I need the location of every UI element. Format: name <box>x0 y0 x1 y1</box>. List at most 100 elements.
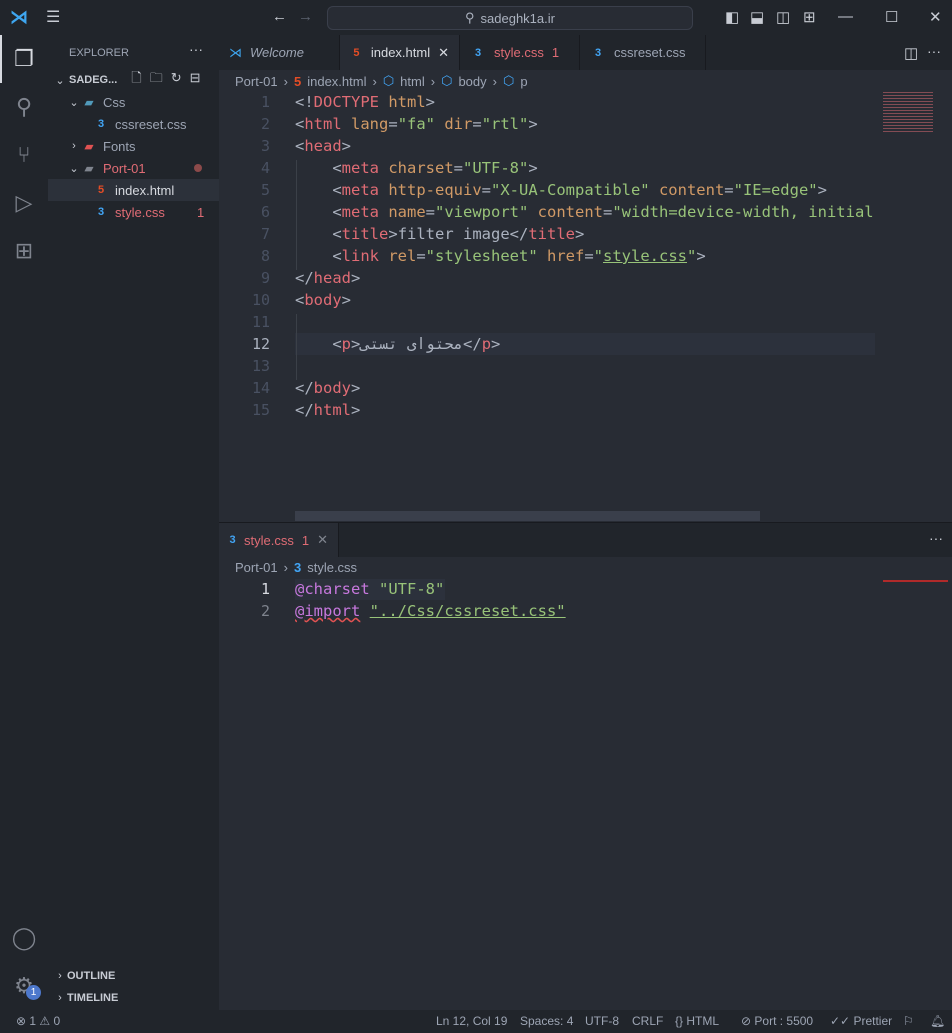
activity-bar: ❐ ⚲ ⑂ ▷ ⊞ ◯ ⚙ 1 <box>0 35 48 1010</box>
css-file-icon: 3 <box>229 534 236 546</box>
feedback-icon[interactable]: ⚐ <box>903 1014 914 1028</box>
code-line[interactable]: <p>محتوای تستی</p> <box>295 333 500 355</box>
extensions-icon[interactable]: ⊞ <box>0 227 48 275</box>
code-line[interactable]: @charset "UTF-8" <box>295 578 444 600</box>
code-token: "rtl" <box>481 115 529 133</box>
line-number: 5 <box>260 181 270 199</box>
tab-style-css[interactable]: 3 style.css 1 <box>460 35 580 70</box>
css-file-icon: 3 <box>97 118 105 130</box>
account-icon[interactable]: ◯ <box>0 914 48 962</box>
code-line[interactable]: <body> <box>295 289 351 311</box>
prettier-status[interactable]: ✓✓ Prettier <box>830 1014 892 1028</box>
line-endings[interactable]: CRLF <box>632 1014 663 1028</box>
code-line[interactable]: </html> <box>295 399 360 421</box>
timeline-section[interactable]: › TIMELINE <box>48 987 219 1009</box>
minimap[interactable] <box>883 92 933 132</box>
search-icon[interactable]: ⚲ <box>0 83 48 131</box>
tree-item[interactable]: ⌄ ▰ Port-01 <box>48 157 219 179</box>
close-tab-icon[interactable]: ✕ <box>438 45 449 61</box>
workspace-root[interactable]: ⌄ SADEG... 🗋🗀↻⊟ <box>48 69 219 91</box>
code-line[interactable]: <meta name="viewport" content="width=dev… <box>295 201 874 223</box>
code-token: = <box>472 115 482 133</box>
code-token: "width=device-width, initial <box>612 203 874 221</box>
source-control-icon[interactable]: ⑂ <box>0 131 48 179</box>
notifications-bell-icon[interactable]: 🔔︎ <box>930 1014 945 1028</box>
split-editor-icon[interactable]: ◫ <box>904 44 918 62</box>
indentation[interactable]: Spaces: 4 <box>520 1014 573 1028</box>
code-token: "viewport" <box>435 203 529 221</box>
toggle-sidebar-icon[interactable]: ◧ <box>725 8 739 26</box>
breadcrumb-item[interactable]: body <box>458 74 486 89</box>
tree-item[interactable]: › ▰ Fonts <box>48 135 219 157</box>
forward-arrow-icon[interactable]: → <box>298 8 313 25</box>
code-token: "UTF-8" <box>463 159 529 177</box>
code-token: meta <box>341 203 379 221</box>
tree-item[interactable]: ⌄ ▰ Css <box>48 91 219 113</box>
outline-section[interactable]: › OUTLINE <box>48 965 219 987</box>
code-token: < <box>295 181 342 199</box>
minimap[interactable] <box>883 580 948 582</box>
horizontal-scrollbar[interactable] <box>295 511 760 521</box>
cursor-position[interactable]: Ln 12, Col 19 <box>436 1014 507 1028</box>
tree-item[interactable]: 3 style.css 1 <box>48 201 219 223</box>
tab-cssreset-css[interactable]: 3 cssreset.css <box>580 35 706 70</box>
code-token: < <box>295 203 342 221</box>
menu-icon[interactable]: ☰ <box>46 7 60 27</box>
problems-indicator[interactable]: ⊗ 1 ⚠ 0 <box>16 1014 60 1028</box>
minimize-icon[interactable]: — <box>838 8 853 25</box>
code-token: "X-UA-Compatible" <box>491 181 650 199</box>
explorer-actions-icons[interactable]: 🗋🗀↻⊟ <box>131 69 208 91</box>
customize-layout-icon[interactable]: ⊞ <box>803 8 816 26</box>
more-actions-icon[interactable]: ··· <box>189 41 203 57</box>
html-file-icon: 5 <box>293 73 302 89</box>
code-line[interactable]: <meta charset="UTF-8"> <box>295 157 537 179</box>
bottom-breadcrumb: Port-01 › 3 style.css <box>235 560 358 575</box>
command-center-search[interactable]: ⚲ sadeghk1a.ir <box>327 6 693 30</box>
breadcrumb-item[interactable]: index.html <box>307 74 366 89</box>
code-token: محتوای تستی <box>360 335 464 353</box>
run-debug-icon[interactable]: ▷ <box>0 179 48 227</box>
code-token: @import <box>295 602 361 620</box>
more-actions-icon[interactable]: ··· <box>927 43 941 59</box>
code-line[interactable]: <head> <box>295 135 351 157</box>
code-line[interactable]: <title>filter image</title> <box>295 223 584 245</box>
more-actions-icon[interactable]: ··· <box>929 530 943 546</box>
tree-item[interactable]: 5 index.html <box>48 179 219 201</box>
breadcrumb-item[interactable]: html <box>400 74 425 89</box>
encoding[interactable]: UTF-8 <box>585 1014 619 1028</box>
tree-item[interactable]: 3 cssreset.css <box>48 113 219 135</box>
tree-item-label: Fonts <box>103 138 136 154</box>
explorer-sidebar: EXPLORER ··· ⌄ SADEG... 🗋🗀↻⊟ ⌄ ▰ Css 3 cssre… <box>48 35 219 1010</box>
code-line[interactable]: <!DOCTYPE html> <box>295 91 435 113</box>
tab-index-html[interactable]: 5 index.html ✕ <box>340 35 460 70</box>
code-line[interactable]: @import "../Css/cssreset.css" <box>295 600 566 622</box>
chevron-right-icon: › <box>283 73 288 89</box>
close-window-icon[interactable]: ✕ <box>929 8 942 26</box>
close-tab-icon[interactable]: ✕ <box>317 532 328 548</box>
maximize-icon[interactable]: ☐ <box>885 8 898 26</box>
tab-welcome[interactable]: ⋊ Welcome <box>219 35 340 70</box>
live-server-port[interactable]: ⊘ Port : 5500 <box>741 1014 813 1028</box>
toggle-panel-icon[interactable]: ⬓ <box>750 8 764 26</box>
line-number: 13 <box>251 357 270 375</box>
back-arrow-icon[interactable]: ← <box>272 8 287 25</box>
code-line[interactable]: <link rel="stylesheet" href="style.css"> <box>295 245 705 267</box>
breadcrumb-item[interactable]: p <box>520 74 527 89</box>
chevron-down-icon: ⌄ <box>55 74 65 87</box>
breadcrumb-item[interactable]: Port-01 <box>235 74 278 89</box>
code-line[interactable]: </head> <box>295 267 360 289</box>
search-icon: ⚲ <box>465 10 475 25</box>
code-line[interactable]: </body> <box>295 377 360 399</box>
code-line[interactable]: <html lang="fa" dir="rtl"> <box>295 113 538 135</box>
settings-gear-icon[interactable]: ⚙ <box>0 962 48 1010</box>
code-line[interactable]: <meta http-equiv="X-UA-Compatible" conte… <box>295 179 827 201</box>
explorer-icon[interactable]: ❐ <box>0 35 48 83</box>
tab-style-css[interactable]: 3 style.css 1 ✕ <box>219 523 339 557</box>
code-token: <! <box>295 93 314 111</box>
code-token: > <box>351 269 361 287</box>
language-mode[interactable]: {} HTML <box>675 1014 719 1028</box>
code-token: meta <box>341 181 379 199</box>
toggle-secondary-sidebar-icon[interactable]: ◫ <box>776 8 790 26</box>
code-token: title <box>341 225 389 243</box>
code-token: > <box>528 115 538 133</box>
